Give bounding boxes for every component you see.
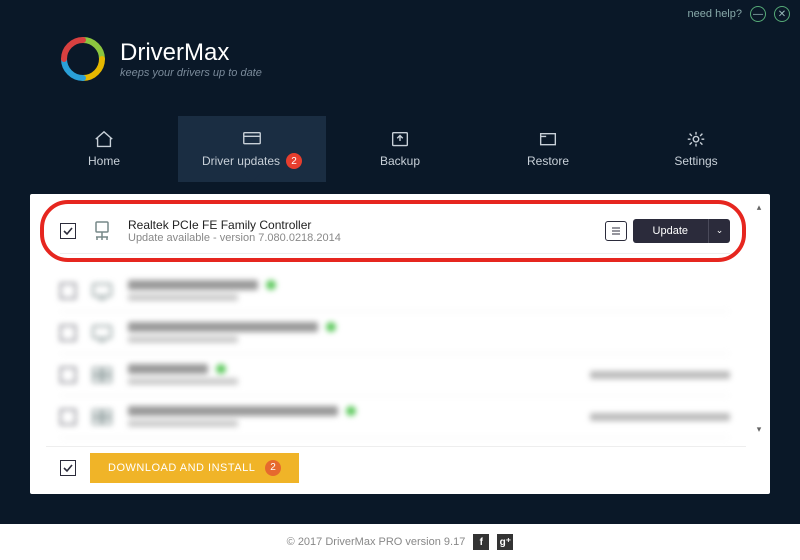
close-button[interactable]: ✕ (774, 6, 790, 22)
device-icon (90, 279, 114, 303)
driver-name: Realtek PCIe FE Family Controller (128, 218, 591, 232)
scroll-up-icon[interactable]: ▴ (752, 202, 766, 216)
row-checkbox[interactable] (60, 283, 76, 299)
tab-settings[interactable]: Settings (622, 116, 770, 182)
network-adapter-icon (90, 219, 114, 243)
download-all-checkbox[interactable] (60, 460, 76, 476)
updates-icon (241, 129, 263, 147)
row-checkbox[interactable] (60, 325, 76, 341)
tab-driver-updates[interactable]: Driver updates 2 (178, 116, 326, 182)
googleplus-icon[interactable]: g⁺ (497, 534, 513, 550)
update-button[interactable]: Update ⌄ (633, 219, 730, 243)
backup-icon (389, 130, 411, 148)
footer: © 2017 DriverMax PRO version 9.17 f g⁺ (0, 524, 800, 560)
scroll-down-icon[interactable]: ▾ (752, 424, 766, 438)
tab-driver-updates-label: Driver updates (202, 154, 280, 168)
driver-row-blurred (60, 312, 730, 354)
device-icon (90, 363, 114, 387)
need-help-link[interactable]: need help? (688, 8, 742, 20)
tab-home-label: Home (88, 154, 120, 168)
tab-home[interactable]: Home (30, 116, 178, 182)
updates-count-badge: 2 (286, 153, 302, 169)
tab-restore-label: Restore (527, 154, 569, 168)
details-icon[interactable] (605, 221, 627, 241)
device-icon (90, 405, 114, 429)
minimize-button[interactable]: — (750, 6, 766, 22)
driver-status: Update available - version 7.080.0218.20… (128, 232, 591, 244)
tab-restore[interactable]: Restore (474, 116, 622, 182)
row-checkbox[interactable] (60, 367, 76, 383)
main-nav: Home Driver updates 2 Backup Restore Set… (30, 116, 770, 182)
app-title: DriverMax (120, 39, 262, 67)
row-checkbox[interactable] (60, 409, 76, 425)
update-button-label: Update (633, 225, 708, 237)
footer-copyright: © 2017 DriverMax PRO version 9.17 (287, 536, 466, 548)
download-count-badge: 2 (265, 460, 281, 476)
device-icon (90, 321, 114, 345)
row-checkbox[interactable] (60, 223, 76, 239)
scrollbar[interactable]: ▴ ▾ (752, 202, 766, 438)
driver-row-blurred (60, 354, 730, 396)
driver-row-blurred (60, 396, 730, 438)
driver-row-featured[interactable]: Realtek PCIe FE Family Controller Update… (60, 208, 730, 254)
settings-icon (685, 130, 707, 148)
app-logo-icon (60, 36, 106, 82)
app-tagline: keeps your drivers up to date (120, 67, 262, 79)
facebook-icon[interactable]: f (473, 534, 489, 550)
app-logo-area: DriverMax keeps your drivers up to date (60, 36, 262, 82)
driver-row-blurred (60, 270, 730, 312)
home-icon (93, 130, 115, 148)
tab-settings-label: Settings (674, 154, 717, 168)
download-bar: DOWNLOAD AND INSTALL 2 (46, 446, 746, 488)
restore-icon (537, 130, 559, 148)
driver-list-panel: Realtek PCIe FE Family Controller Update… (30, 194, 770, 494)
download-install-button[interactable]: DOWNLOAD AND INSTALL 2 (90, 453, 299, 483)
download-install-label: DOWNLOAD AND INSTALL (108, 462, 255, 474)
tab-backup-label: Backup (380, 154, 420, 168)
tab-backup[interactable]: Backup (326, 116, 474, 182)
update-button-caret[interactable]: ⌄ (708, 219, 730, 243)
